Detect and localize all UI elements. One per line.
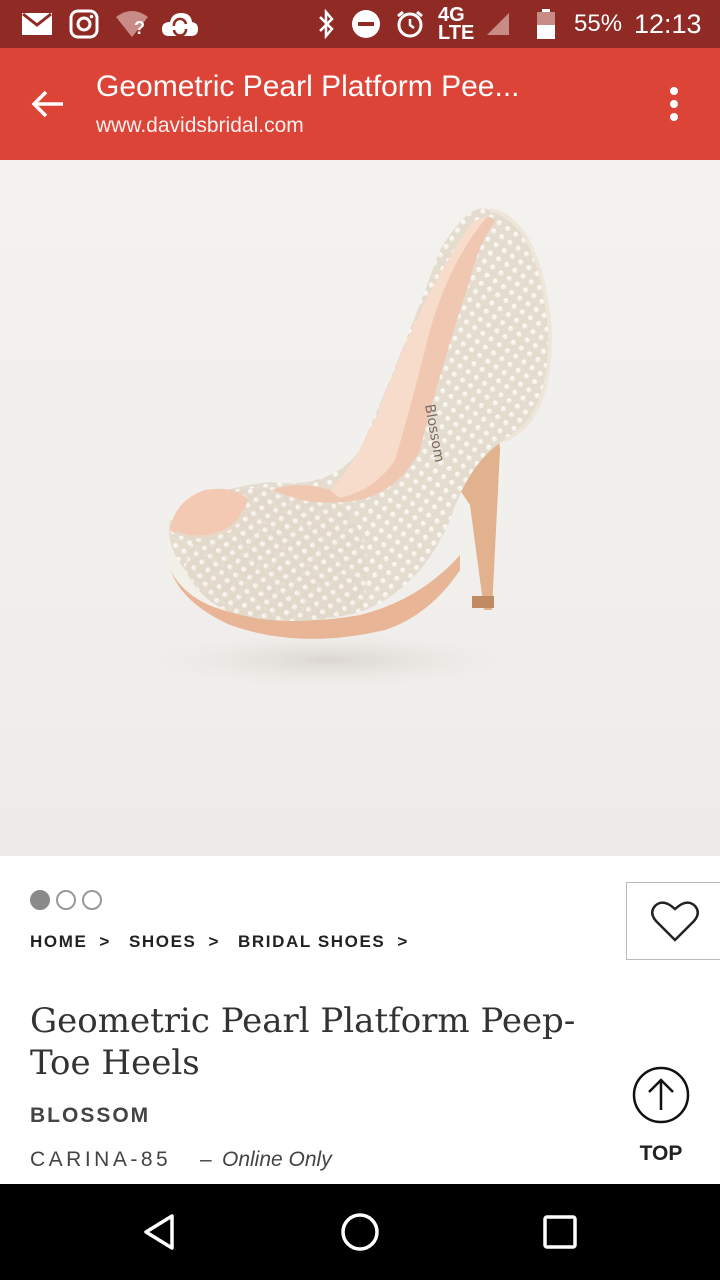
gallery-dot-1[interactable] [30, 890, 50, 910]
gallery-dot-2[interactable] [56, 890, 76, 910]
breadcrumb-bridal-shoes[interactable]: BRIDAL SHOES [238, 932, 385, 952]
availability-label: Online Only [222, 1148, 332, 1171]
do-not-disturb-icon [350, 8, 382, 40]
clock: 12:13 [634, 9, 702, 39]
signal-icon [484, 8, 512, 40]
page-url: www.davidsbridal.com [96, 114, 304, 137]
wishlist-button[interactable] [626, 882, 720, 960]
nav-recents-icon [543, 1215, 577, 1249]
cloud-sync-icon [160, 8, 200, 40]
nav-back-icon [144, 1214, 174, 1250]
gallery-dot-3[interactable] [82, 890, 102, 910]
back-button[interactable] [24, 80, 72, 128]
bluetooth-icon [316, 8, 336, 40]
breadcrumb-separator: > [208, 932, 220, 951]
instagram-icon [68, 8, 100, 40]
battery-icon [534, 8, 558, 40]
arrow-up-circle-icon [632, 1066, 690, 1124]
product-sku: CARINA-85 [30, 1148, 172, 1171]
alarm-icon [394, 8, 426, 40]
product-image[interactable]: Blossom [0, 160, 720, 856]
network-icon: 4G LTE [438, 4, 480, 44]
status-bar: ? 4G LTE 55% 12:13 [0, 0, 720, 48]
back-to-top-button[interactable] [630, 1064, 692, 1126]
product-title: Geometric Pearl Platform Peep-Toe Heels [30, 1001, 576, 1083]
network-label: 4G LTE [438, 4, 475, 44]
nav-back-button[interactable] [136, 1208, 184, 1256]
breadcrumb-separator: > [397, 932, 409, 951]
system-nav-bar [0, 1184, 720, 1280]
overflow-menu-button[interactable] [650, 80, 698, 128]
app-bar: Geometric Pearl Platform Pee... www.davi… [0, 48, 720, 160]
breadcrumb-shoes[interactable]: SHOES [129, 932, 197, 952]
shoe-image: Blossom [130, 208, 553, 690]
nav-home-button[interactable] [336, 1208, 384, 1256]
nav-home-icon [341, 1213, 379, 1251]
heart-icon [651, 901, 699, 942]
page-title: Geometric Pearl Platform Pee... [96, 70, 520, 103]
wifi-badge: ? [134, 18, 145, 38]
battery-percent: 55% [574, 10, 623, 37]
sku-separator: – [200, 1148, 212, 1171]
nav-recents-button[interactable] [536, 1208, 584, 1256]
mail-icon [20, 8, 54, 40]
back-to-top-label[interactable]: TOP [630, 1142, 692, 1166]
back-arrow-icon [31, 90, 63, 118]
gallery-pagination [30, 890, 102, 910]
product-brand: BLOSSOM [30, 1104, 151, 1127]
breadcrumb: HOME > SHOES > BRIDAL SHOES > [30, 932, 427, 952]
breadcrumb-home[interactable]: HOME [30, 932, 87, 952]
breadcrumb-separator: > [99, 932, 111, 951]
more-vertical-icon [670, 87, 678, 121]
